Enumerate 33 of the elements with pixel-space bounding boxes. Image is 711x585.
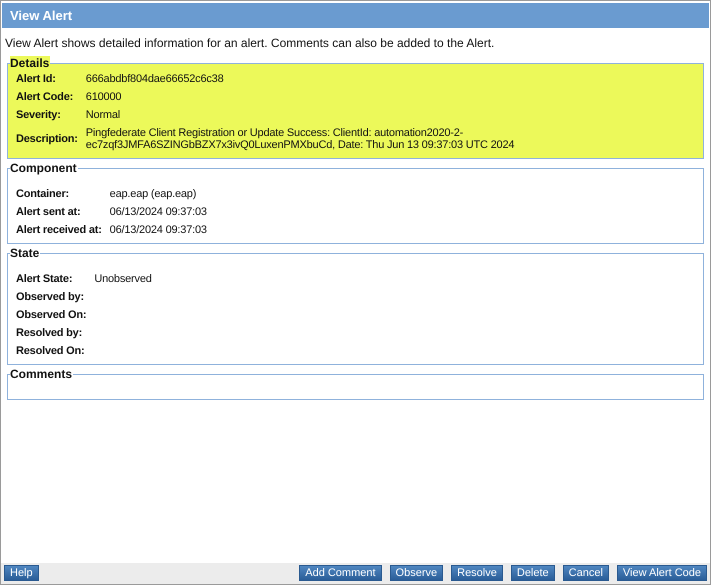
- action-button[interactable]: View Alert Code: [616, 565, 707, 581]
- action-button[interactable]: Resolve: [451, 565, 503, 581]
- field-label: Resolved On:: [16, 344, 86, 359]
- field-value: Pingfederate Client Registration or Update Success: ClientId: automation2020-2-ec7zqf3JMFA6SZINGbBZX7x3ivQ0LuxenPMXbuCd, Date: Thu Jun 13 09:37:03 UTC 2024: [86, 126, 516, 153]
- section-title: State: [10, 246, 40, 260]
- field-label: Alert State:: [16, 272, 74, 287]
- section-title: Details: [10, 56, 50, 70]
- field-label: Resolved by:: [16, 326, 84, 341]
- action-button[interactable]: Cancel: [562, 565, 609, 581]
- section-title: Comments: [10, 367, 74, 381]
- action-button[interactable]: Add Comment: [299, 565, 382, 581]
- field-label: Alert Code:: [16, 88, 86, 106]
- field-value: Normal: [86, 108, 122, 123]
- help-button[interactable]: Help: [4, 565, 39, 581]
- field-label: Observed On:: [16, 308, 88, 323]
- field-value: 610000: [86, 90, 122, 105]
- field-value: 06/13/2024 09:37:03: [110, 223, 207, 238]
- field-value: eap.eap (eap.eap): [110, 187, 198, 202]
- field-label: Description:: [16, 124, 86, 154]
- field-value: 06/13/2024 09:37:03: [110, 205, 207, 220]
- intro-text: View Alert shows detailed information for an alert. Comments can also be added to the Alert.: [5, 36, 496, 50]
- field-label: Observed by:: [16, 290, 85, 305]
- field-value: Unobserved: [94, 272, 152, 287]
- field-label: Container:: [16, 187, 70, 202]
- field-label: Alert Id:: [16, 70, 86, 88]
- window-title: View Alert: [2, 3, 709, 28]
- field-value: 666abdbf804dae66652c6c38: [86, 72, 225, 87]
- field-label: Alert received at:: [16, 223, 103, 238]
- action-button[interactable]: Observe: [390, 565, 444, 581]
- section-title: Component: [10, 161, 78, 175]
- field-label: Severity:: [16, 108, 62, 123]
- field-label: Alert sent at:: [16, 205, 82, 220]
- action-button[interactable]: Delete: [510, 565, 555, 581]
